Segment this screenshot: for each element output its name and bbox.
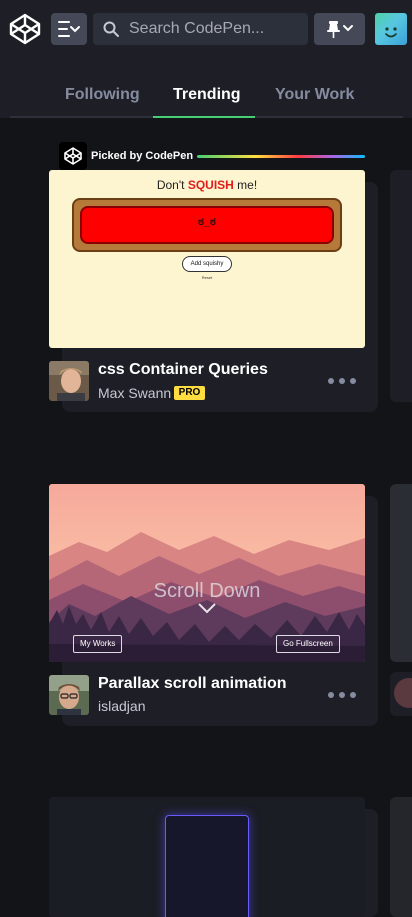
search-icon [103,21,119,37]
squishy-frame: ಠ_ಠ [72,198,342,252]
codepen-logo-icon[interactable] [8,12,42,46]
picked-label: Picked by CodePen [91,150,194,162]
pen-author[interactable]: isladjan [98,698,145,714]
chevron-down-icon [198,603,216,614]
reset-link: Reset [201,275,213,280]
search-input[interactable] [129,13,304,45]
tab-your-work[interactable]: Your Work [275,86,354,104]
author-avatar-max-swann[interactable] [49,361,89,401]
tab-following[interactable]: Following [65,86,140,104]
pen-preview-container-queries[interactable]: Don't SQUISH me! ಠ_ಠ Add squishy Reset [49,170,365,348]
search-box[interactable] [93,13,308,45]
user-avatar[interactable] [375,13,407,45]
picked-rainbow-bar [197,155,365,158]
menu-toggle-button[interactable] [51,13,87,45]
pin-icon [327,21,353,38]
menu-chevron-icon [58,21,80,37]
pen-title[interactable]: Parallax scroll animation [98,675,287,693]
pro-badge: PRO [174,386,205,400]
author-avatar-isladjan[interactable] [49,675,89,715]
picked-by-codepen-badge [59,142,87,170]
pen-preview-third[interactable] [49,797,365,917]
add-squishy-button: Add squishy [182,256,232,272]
more-options-button[interactable] [328,375,356,387]
feed-tabs: Following Trending Your Work [0,60,412,118]
next-card-peek[interactable] [390,170,412,402]
pinned-items-button[interactable] [314,13,365,45]
tab-trending[interactable]: Trending [173,86,241,104]
codepen-small-icon [64,147,82,165]
pen-preview-parallax[interactable]: Scroll Down My Works Go Fullscreen [49,484,365,662]
preview-heading: Don't SQUISH me! [156,178,258,192]
go-fullscreen-button: Go Fullscreen [276,635,340,653]
squishy-block: ಠ_ಠ [80,206,334,244]
my-works-button: My Works [73,635,123,653]
next-card-peek-meta [390,672,412,716]
scroll-down-text: Scroll Down [153,580,261,602]
neon-card-shape [165,815,249,917]
squishy-face: ಠ_ಠ [198,216,216,228]
pen-author[interactable]: Max Swann [98,385,171,401]
next-card-peek[interactable] [390,797,412,917]
more-options-button[interactable] [328,689,356,701]
next-card-peek[interactable] [390,484,412,662]
pen-title[interactable]: css Container Queries [98,361,268,379]
